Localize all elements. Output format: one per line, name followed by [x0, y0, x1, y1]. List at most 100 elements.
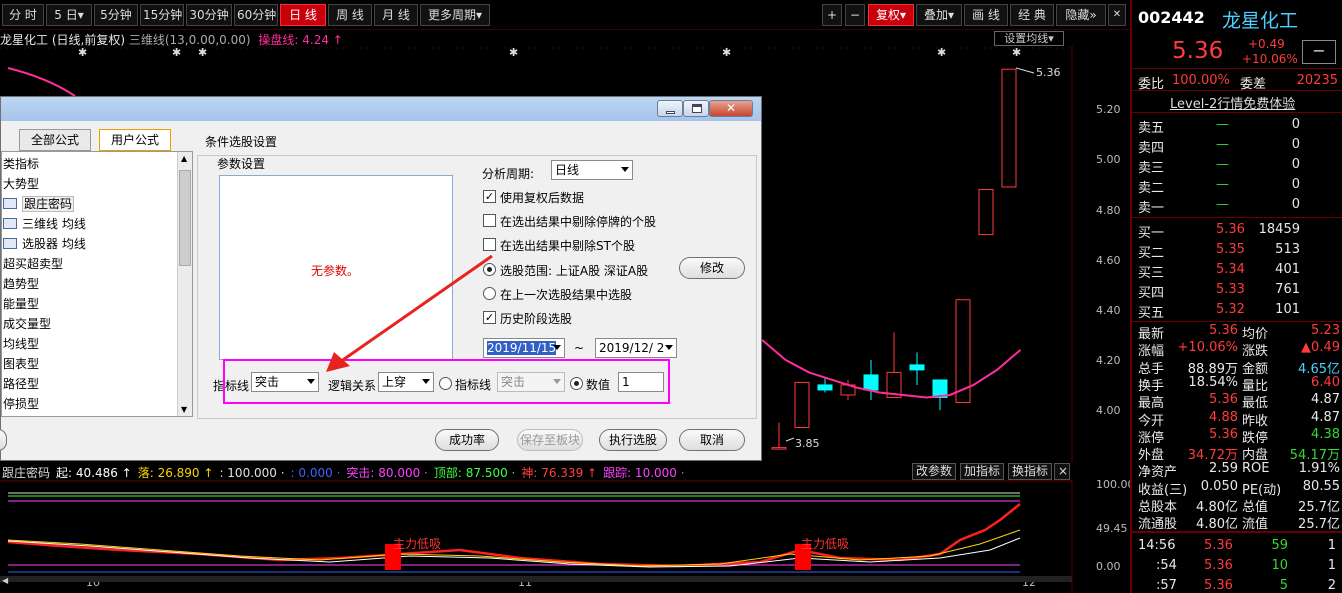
zoom-out-button[interactable]: − — [845, 4, 865, 26]
stats-row: 最新 5.36 均价 5.23 — [1132, 323, 1342, 342]
candle-body — [794, 381, 810, 429]
sell-order-row: 卖五 — 0 — [1132, 115, 1342, 136]
candle-body — [771, 447, 787, 450]
candle-body — [817, 384, 833, 391]
stats-row: 最高 5.36 最低 4.87 — [1132, 392, 1342, 412]
stat-value: 5.23 — [1311, 323, 1340, 338]
low-pointer — [785, 437, 795, 442]
price-change: +0.49 — [1248, 37, 1285, 51]
add-indicator-button[interactable]: 加指标 — [960, 463, 1005, 480]
buy-order-row: 买五 5.32 101 — [1132, 300, 1342, 321]
order-label: 买四 — [1138, 286, 1165, 301]
zoom-in-button[interactable]: + — [822, 4, 842, 26]
stat-value: 80.55 — [1302, 478, 1340, 494]
indicator-value: : 100.000 · — [219, 466, 285, 480]
order-label: 卖一 — [1138, 201, 1165, 216]
stat-value: +10.06% — [1177, 340, 1238, 356]
quote-panel: 002442 龙星化工 5.36 +0.49 +10.06% − 委比 100.… — [1130, 0, 1342, 593]
ratio-value: 100.00% — [1172, 73, 1230, 88]
stats-row: 今开 4.88 昨收 4.87 — [1132, 410, 1342, 429]
close-icon[interactable]: ✕ — [1108, 4, 1126, 26]
low-price-label: 3.85 — [795, 437, 820, 450]
indicator-chart: 主力低吸 主力低吸 100.00 49.45 0.00 10 11 12 ◀ — [0, 480, 1130, 593]
adjust-rights-button[interactable]: 复权▾ — [868, 4, 914, 26]
hide-button[interactable]: 隐藏» — [1056, 4, 1106, 26]
order-price: — — [1216, 137, 1229, 152]
candles-group — [771, 68, 1017, 450]
close-icon[interactable]: × — [1054, 463, 1070, 480]
stat-value: 2.59 — [1209, 461, 1238, 477]
stat-value: 25.7亿 — [1298, 500, 1340, 515]
indicator-name: 跟庄密码 — [2, 466, 51, 480]
order-price: 5.35 — [1216, 242, 1245, 257]
price-change-pct: +10.06% — [1242, 52, 1298, 66]
indicator-value: 落: 26.890 ↑ — [137, 466, 214, 480]
order-volume: 761 — [1275, 282, 1300, 297]
stat-label: PE(动) — [1242, 482, 1282, 498]
stat-value: 4.80亿 — [1196, 500, 1238, 515]
stat-label: 最低 — [1242, 396, 1269, 412]
overlay-label: 叠加 — [923, 8, 948, 22]
low-buy-label: 主力低吸 — [393, 537, 441, 551]
stats-row: 总手 88.89万 金额 4.65亿 — [1132, 358, 1342, 377]
stock-name: 龙星化工 — [1222, 10, 1299, 32]
tick-count: 1 — [1327, 538, 1336, 553]
order-volume: 513 — [1275, 242, 1300, 257]
stats-row: 涨幅 +10.06% 涨跌 ▲0.49 — [1132, 340, 1342, 360]
ma-settings-label: 设置均线 — [1004, 32, 1049, 45]
order-label: 卖四 — [1138, 141, 1165, 156]
candle-body — [1001, 68, 1017, 188]
indicator-value: 突击: 80.000 · — [346, 466, 428, 480]
swap-indicator-button[interactable]: 换指标 — [1008, 463, 1053, 480]
stats-row: 收益(三) 0.050 PE(动) 80.55 — [1132, 478, 1342, 498]
horizontal-scrollbar[interactable] — [0, 576, 1072, 582]
stats-row: 涨停 5.36 跌停 4.38 — [1132, 427, 1342, 446]
level2-link[interactable]: Level-2行情免费体验 — [1170, 93, 1295, 112]
tick-time: :57 — [1156, 578, 1177, 593]
minimize-panel-button[interactable]: − — [1302, 40, 1336, 64]
tick-row: 14:56 5.36 59 1 — [1132, 536, 1342, 556]
candle-body — [863, 374, 879, 391]
signal-marker: ✱ — [1012, 46, 1021, 59]
tick-row: :54 5.36 10 1 — [1132, 556, 1342, 576]
lower-axis-tick: 49.45 — [1096, 522, 1128, 535]
diff-value: 20235 — [1296, 73, 1338, 88]
stat-label: 总值 — [1242, 500, 1269, 515]
signal-marker: ✱ — [937, 46, 946, 59]
scroll-left-icon[interactable]: ◀ — [2, 576, 9, 585]
stat-value: 6.40 — [1311, 374, 1340, 390]
ma-settings-button[interactable]: 设置均线▾ — [994, 31, 1064, 46]
classic-button[interactable]: 经 典 — [1010, 4, 1054, 26]
stat-value: 4.87 — [1311, 392, 1340, 408]
stat-label: 涨幅 — [1138, 344, 1165, 360]
buy-order-row: 买四 5.33 761 — [1132, 280, 1342, 301]
stat-label: 昨收 — [1242, 413, 1269, 429]
tick-row: :57 5.36 5 2 — [1132, 576, 1342, 593]
stats-row: 换手 18.54% 量比 6.40 — [1132, 374, 1342, 394]
stat-label: 涨停 — [1138, 430, 1165, 446]
stat-label: 涨跌 — [1242, 344, 1269, 360]
stat-value: 54.17万 — [1289, 448, 1340, 464]
overlay-button[interactable]: 叠加▾ — [916, 4, 962, 26]
candle-body — [978, 188, 994, 236]
tick-volume: 59 — [1271, 538, 1288, 553]
order-price: 5.32 — [1216, 302, 1245, 317]
sell-order-row: 卖二 — 0 — [1132, 175, 1342, 196]
order-volume: 0 — [1291, 137, 1300, 152]
stat-label: 金额 — [1242, 361, 1269, 377]
high-price-label: 5.36 — [1036, 66, 1061, 79]
annotation-arrow — [326, 254, 493, 372]
candle-body — [909, 364, 925, 371]
order-label: 买三 — [1138, 266, 1165, 281]
order-label: 买一 — [1138, 226, 1165, 241]
change-params-button[interactable]: 改参数 — [912, 463, 957, 480]
chevron-down-icon: ▾ — [899, 8, 907, 22]
hide-label: 隐藏 — [1065, 8, 1090, 22]
order-volume: 0 — [1291, 117, 1300, 132]
buy-order-row: 买三 5.34 401 — [1132, 260, 1342, 281]
adjust-rights-label: 复权 — [875, 8, 900, 22]
stat-label: 跌停 — [1242, 430, 1269, 446]
tick-time: 14:56 — [1138, 538, 1176, 553]
draw-line-button[interactable]: 画 线 — [964, 4, 1008, 26]
order-price: — — [1216, 157, 1229, 172]
